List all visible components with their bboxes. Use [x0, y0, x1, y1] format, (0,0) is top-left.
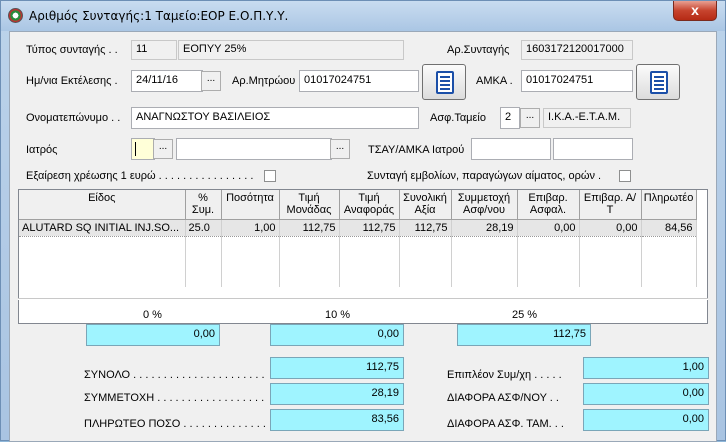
col-header-participation[interactable]: Συμμετοχή Ασφ/νου	[451, 190, 518, 220]
exempt-label: Εξαίρεση χρέωσης 1 ευρώ . . . . . . . . …	[26, 170, 254, 182]
items-grid[interactable]: Είδος % Συμ. Ποσότητα Τιμή Μονάδας Τιμή …	[18, 189, 708, 324]
patient-name-field[interactable]: ΑΝΑΓΝΩΣΤΟΥ ΒΑΣΙΛΕΙΟΣ	[131, 107, 419, 129]
exempt-checkbox[interactable]	[264, 170, 276, 182]
form-area: Τύπος συνταγής . . 11 ΕΟΠΥΥ 25% Αρ.Συντα…	[9, 31, 717, 442]
cell-unit-price: 112,75	[279, 219, 340, 237]
pct10-label: 10 %	[325, 309, 351, 321]
list-document-icon	[650, 71, 668, 94]
pct25-value: 112,75	[457, 324, 591, 346]
doctor-name-lookup-button[interactable]: ...	[330, 139, 350, 159]
list-document-icon	[436, 71, 454, 94]
prescription-window: Αριθμός Συνταγής:1 Ταμείο:ΕΟΡ Ε.Ο.Π.Υ.Υ.…	[0, 0, 726, 442]
pct10-value: 0,00	[270, 324, 404, 346]
col-header-unit-price[interactable]: Τιμή Μονάδας	[279, 190, 340, 220]
participation-value: 28,19	[270, 383, 404, 405]
pct0-value: 0,00	[86, 324, 220, 346]
title-bar[interactable]: Αριθμός Συνταγής:1 Ταμείο:ΕΟΡ Ε.Ο.Π.Υ.Υ.…	[1, 1, 725, 31]
vaccine-checkbox[interactable]	[619, 170, 631, 182]
diff-insured-value: 0,00	[583, 383, 709, 405]
amka-label: ΑΜΚΑ .	[476, 75, 513, 87]
vaccine-label: Συνταγή εμβολίων, παραγώγων αίματος, ορώ…	[367, 170, 602, 182]
registry-label: Αρ.Μητρώου	[232, 75, 296, 87]
close-button[interactable]: x	[673, 1, 717, 21]
pct25-label: 25 %	[512, 309, 538, 321]
cell-qty: 1,00	[221, 219, 280, 237]
name-label: Ονοματεπώνυμο . .	[26, 112, 121, 124]
table-row[interactable]	[19, 236, 697, 253]
col-header-total[interactable]: Συνολική Αξία	[399, 190, 452, 220]
col-header-item[interactable]: Είδος	[19, 190, 186, 220]
rx-type-desc: ΕΟΠΥΥ 25%	[178, 40, 404, 60]
cell-total: 112,75	[399, 219, 452, 237]
cell-item: ALUTARD SQ INITIAL INJ.SO...	[19, 219, 186, 237]
col-header-burden-insured[interactable]: Επιβαρ. Ασφαλ.	[517, 190, 580, 220]
rx-type-code: 11	[131, 40, 177, 60]
sum-value: 112,75	[270, 357, 404, 379]
rx-number-label: Αρ.Συνταγής	[447, 44, 510, 56]
exec-date-field[interactable]: 24/11/16	[131, 70, 203, 92]
participation-label: ΣΥΜΜΕΤΟΧΗ . . . . . . . . . . . . . . . …	[84, 392, 265, 404]
sum-label: ΣΥΝΟΛΟ . . . . . . . . . . . . . . . . .…	[84, 369, 265, 381]
tsay-label: ΤΣΑΥ/ΑΜΚΑ Ιατρού	[368, 144, 465, 156]
registry-list-button[interactable]	[422, 64, 466, 100]
rx-type-label: Τύπος συνταγής . .	[26, 44, 118, 56]
table-row[interactable]	[19, 270, 697, 287]
exec-date-label: Ημ/νια Εκτέλεσης .	[26, 75, 118, 87]
fund-name-field: Ι.Κ.Α.-Ε.Τ.Α.Μ.	[543, 108, 631, 128]
col-header-payable[interactable]: Πληρωτέο	[641, 190, 697, 220]
registry-field[interactable]: 01017024751	[299, 70, 419, 92]
doctor-label: Ιατρός	[26, 144, 58, 156]
extra-participation-value: 1,00	[583, 357, 709, 379]
extra-participation-label: Επιπλέον Συμ/χη . . . . .	[447, 369, 562, 381]
table-row[interactable]: ALUTARD SQ INITIAL INJ.SO... 25.0 1,00 1…	[19, 219, 697, 237]
amka-field[interactable]: 01017024751	[521, 70, 633, 92]
window-title: Αριθμός Συνταγής:1 Ταμείο:ΕΟΡ Ε.Ο.Π.Υ.Υ.	[29, 9, 289, 23]
pct0-label: 0 %	[143, 309, 162, 321]
diff-insured-label: ΔΙΑΦΟΡΑ ΑΣΦ/ΝΟΥ . .	[447, 392, 559, 404]
col-header-qty[interactable]: Ποσότητα	[221, 190, 280, 220]
col-header-ref-price[interactable]: Τιμή Αναφοράς	[339, 190, 400, 220]
diff-fund-value: 0,00	[583, 409, 709, 431]
cell-pct: 25.0	[185, 219, 222, 237]
col-header-burden-at[interactable]: Επιβαρ. Α/Τ	[579, 190, 642, 220]
grid-header-row: Είδος % Συμ. Ποσότητα Τιμή Μονάδας Τιμή …	[19, 190, 697, 220]
text-caret	[135, 142, 136, 156]
exec-date-lookup-button[interactable]: ...	[201, 71, 221, 91]
fund-lookup-button[interactable]: ...	[520, 108, 540, 128]
diff-fund-label: ΔΙΑΦΟΡΑ ΑΣΦ. ΤΑΜ. . .	[447, 418, 564, 430]
fund-label: Ασφ.Ταμείο	[430, 112, 486, 124]
amka-list-button[interactable]	[636, 64, 680, 100]
cell-participation: 28,19	[451, 219, 518, 237]
tsay-field[interactable]	[471, 138, 551, 160]
rx-number-field: 1603172120017000	[521, 40, 633, 60]
divider	[18, 298, 708, 300]
doctor-name-field[interactable]	[176, 138, 332, 160]
cell-payable: 84,56	[641, 219, 697, 237]
table-row[interactable]	[19, 253, 697, 270]
tsay-field-2[interactable]	[553, 138, 633, 160]
cell-ref-price: 112,75	[339, 219, 400, 237]
fund-code-field[interactable]: 2	[500, 107, 520, 129]
doctor-code-field[interactable]	[131, 138, 155, 160]
doctor-lookup-button[interactable]: ...	[153, 139, 173, 159]
col-header-pct[interactable]: % Συμ.	[185, 190, 222, 220]
payable-value: 83,56	[270, 409, 404, 431]
cell-burden-insured: 0,00	[517, 219, 580, 237]
cell-burden-at: 0,00	[579, 219, 642, 237]
app-icon	[8, 8, 23, 23]
payable-label: ΠΛΗΡΩΤΕΟ ΠΟΣΟ . . . . . . . . . . . . . …	[84, 418, 273, 430]
